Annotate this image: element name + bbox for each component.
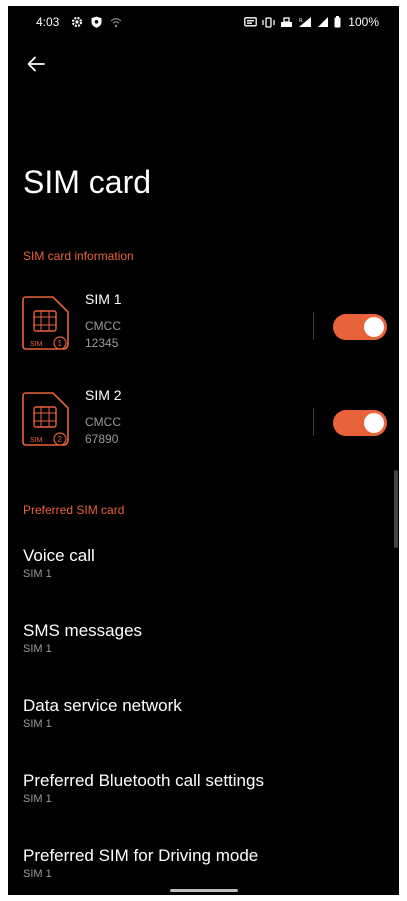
signal-icon-2 <box>317 16 329 28</box>
sim-card-icon: SIM 1 <box>22 296 69 350</box>
toggle-knob <box>364 413 384 433</box>
arrow-left-icon <box>27 56 45 72</box>
pref-item-title: Preferred SIM for Driving mode <box>23 846 259 865</box>
sim-row-1[interactable]: SIM 1 SIM 1 CMCC 12345 <box>8 288 399 368</box>
sim-icon-number: 1 <box>58 339 63 348</box>
sim-name: SIM 2 <box>85 387 122 403</box>
hotspot-icon <box>280 16 293 28</box>
pref-item-title: Voice call <box>23 546 95 565</box>
sim-icon-label: SIM <box>30 341 43 348</box>
status-time: 4:03 <box>36 15 60 29</box>
sim-carrier: CMCC <box>85 319 121 333</box>
sim-2-toggle[interactable] <box>333 410 387 436</box>
shield-icon <box>91 16 102 28</box>
pref-item-value: SIM 1 <box>23 793 52 805</box>
sim-name: SIM 1 <box>85 291 122 307</box>
sim-details: SIM 2 CMCC 67890 <box>85 386 122 448</box>
pref-item-value: SIM 1 <box>23 868 52 880</box>
sim-icon-label: SIM <box>30 437 43 444</box>
pref-item-title: SMS messages <box>23 621 143 640</box>
battery-percentage: 100% <box>348 15 379 29</box>
page-title: SIM card <box>23 164 152 200</box>
pref-item-title: Preferred Bluetooth call settings <box>23 771 264 790</box>
sim-1-toggle[interactable] <box>333 314 387 340</box>
sim-number: 67890 <box>85 432 119 446</box>
status-bar: 4:03 R 100% <box>8 6 399 36</box>
signal-icon: R <box>298 16 312 28</box>
gear-icon <box>71 16 83 28</box>
status-bar-left: 4:03 <box>36 15 122 29</box>
sim-icon-number: 2 <box>58 435 63 444</box>
settings-screen: 4:03 R 100% SIM card SIM card informatio… <box>8 6 399 895</box>
pref-item-bluetooth-call-settings[interactable]: Preferred Bluetooth call settings SIM 1 <box>23 770 383 806</box>
sim-card-icon: SIM 2 <box>22 392 69 446</box>
pref-item-value: SIM 1 <box>23 718 52 730</box>
pref-item-title: Data service network <box>23 696 182 715</box>
svg-text:R: R <box>299 18 303 24</box>
pref-item-voice-call[interactable]: Voice call SIM 1 <box>23 545 383 581</box>
section-header-sim-info: SIM card information <box>23 249 134 263</box>
pref-item-driving-mode[interactable]: Preferred SIM for Driving mode SIM 1 <box>23 845 383 881</box>
status-bar-right: R 100% <box>244 15 379 29</box>
sim-row-2[interactable]: SIM 2 SIM 2 CMCC 67890 <box>8 384 399 464</box>
pref-item-sms-messages[interactable]: SMS messages SIM 1 <box>23 620 383 656</box>
sim-number: 12345 <box>85 336 119 350</box>
cast-icon <box>244 16 258 28</box>
pref-item-value: SIM 1 <box>23 643 52 655</box>
section-header-preferred-sim: Preferred SIM card <box>23 503 125 517</box>
sim-details: SIM 1 CMCC 12345 <box>85 290 122 352</box>
pref-item-value: SIM 1 <box>23 568 52 580</box>
divider <box>313 408 314 436</box>
pref-item-data-service-network[interactable]: Data service network SIM 1 <box>23 695 383 731</box>
gesture-nav-handle[interactable] <box>170 889 238 892</box>
divider <box>313 312 314 340</box>
toggle-knob <box>364 317 384 337</box>
wifi-icon <box>110 17 122 28</box>
scrollbar[interactable] <box>394 470 398 548</box>
battery-icon <box>334 16 341 28</box>
back-button[interactable] <box>22 50 50 78</box>
sim-carrier: CMCC <box>85 415 121 429</box>
vibrate-icon <box>262 16 275 28</box>
